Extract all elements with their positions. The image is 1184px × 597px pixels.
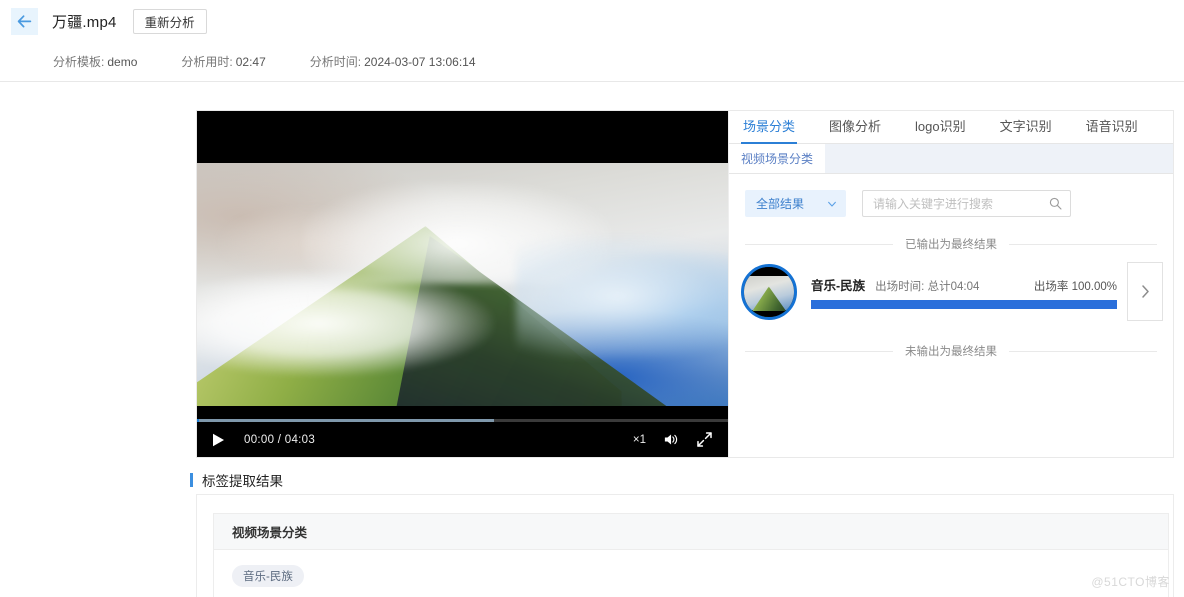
result-item-time-label: 出场时间: [875,280,925,293]
meta-timestamp-value: 2024-03-07 13:06:14 [364,55,476,69]
meta-duration-label: 分析用时: [181,55,233,69]
playback-speed-button[interactable]: ×1 [633,434,646,446]
watermark: @51CTO博客 [1091,575,1170,589]
result-item-bar-fill [811,299,1117,309]
result-thumbnail[interactable] [741,263,797,320]
tag-pill[interactable]: 音乐-民族 [232,565,304,587]
section-accent-bar [190,473,193,487]
meta-timestamp-label: 分析时间: [309,55,362,69]
search-input[interactable] [873,196,1049,211]
chevron-right-icon [1141,285,1149,298]
chevron-down-icon [828,201,836,207]
video-time-display: 00:00 / 04:03 [244,433,316,446]
tag-result-table-body: 音乐-民族 [214,550,1168,597]
divider2-line-left [745,350,893,352]
meta-template-value: demo [107,55,138,69]
final-result-divider-label: 已输出为最终结果 [905,239,997,251]
video-cloud-3 [515,235,728,358]
tag-result-card: 视频场景分类 音乐-民族 [196,494,1174,597]
analysis-subtabs: 视频场景分类 [729,144,1173,174]
video-player[interactable]: 00:00 / 04:03 ×1 [197,111,728,457]
thumbnail-letterbox-bottom [744,310,794,317]
result-filter-bar: 全部结果 [729,174,1173,217]
volume-button[interactable] [664,432,679,447]
result-item[interactable]: 音乐-民族 出场时间: 总计04:04 出场率 100.00% [741,262,1173,321]
page-title: 万疆.mp4 [52,13,117,31]
section-title: 标签提取结果 [202,474,283,489]
divider2-line-right [1009,350,1157,352]
result-filter-select[interactable]: 全部结果 [745,190,846,217]
tab-speech-recognition[interactable]: 语音识别 [1086,116,1138,143]
tag-result-table-header: 视频场景分类 [214,514,1168,550]
thumbnail-letterbox-top [744,266,794,276]
title-row: 万疆.mp4 重新分析 [0,0,1184,42]
video-right-controls: ×1 [633,432,728,447]
divider-line-right [1009,243,1157,245]
video-frame [197,111,728,457]
result-next-button[interactable] [1127,262,1163,321]
result-item-bar-track [811,299,1117,309]
result-item-rate: 出场率 100.00% [1034,278,1117,294]
result-thumbnail-image [744,266,794,317]
result-filter-value: 全部结果 [756,197,805,211]
divider-line-left [745,243,893,245]
arrow-left-icon [17,14,32,27]
non-final-result-divider: 未输出为最终结果 [745,343,1157,359]
analysis-meta: 分析模板: demo 分析用时: 02:47 分析时间: 2024-03-07 13:… [0,53,1184,70]
result-item-name: 音乐-民族 [811,278,866,293]
analysis-tabs: 场景分类 图像分析 logo识别 文字识别 语音识别 [729,111,1173,144]
play-button[interactable] [210,432,226,448]
meta-template-label: 分析模板: [53,55,105,69]
tab-text-recognition[interactable]: 文字识别 [1000,116,1052,143]
fullscreen-icon [697,432,712,447]
analysis-panels: 00:00 / 04:03 ×1 场景分类 图像分析 logo识别 文字识别 语… [196,110,1174,458]
non-final-result-divider-label: 未输出为最终结果 [905,346,997,358]
result-item-rate-value: 100.00% [1071,280,1117,293]
video-controls: 00:00 / 04:03 ×1 [197,422,728,457]
result-item-body: 音乐-民族 出场时间: 总计04:04 出场率 100.00% [811,275,1117,309]
search-icon [1049,197,1062,210]
search-box[interactable] [862,190,1071,217]
result-item-time: 出场时间: 总计04:04 [875,278,979,294]
meta-duration-value: 02:47 [235,55,266,69]
volume-on-icon [664,434,678,445]
analysis-result-panel: 场景分类 图像分析 logo识别 文字识别 语音识别 视频场景分类 全部结果 请… [728,111,1173,457]
meta-duration: 分析用时: 02:47 [181,53,265,70]
final-result-divider: 已输出为最终结果 [745,236,1157,252]
fullscreen-button[interactable] [697,432,712,447]
top-bar: 万疆.mp4 重新分析 分析模板: demo 分析用时: 02:47 分析时间: 20… [0,0,1184,82]
tab-scene-classification[interactable]: 场景分类 [740,116,798,144]
main-content: 00:00 / 04:03 ×1 场景分类 图像分析 logo识别 文字识别 语… [0,82,1184,597]
video-cloud-1 [197,269,495,377]
tab-logo-recognition[interactable]: logo识别 [915,116,966,143]
back-button[interactable] [11,7,38,35]
result-item-rate-label: 出场率 [1033,280,1069,293]
tag-result-table: 视频场景分类 音乐-民族 [213,513,1169,597]
tab-image-analysis[interactable]: 图像分析 [829,116,881,143]
result-item-time-value: 总计04:04 [927,280,980,293]
reanalyze-button[interactable]: 重新分析 [132,8,207,34]
play-icon [212,433,224,446]
meta-timestamp: 分析时间: 2024-03-07 13:06:14 [310,53,476,70]
subtab-video-scene-classification[interactable]: 视频场景分类 [729,144,826,173]
video-still [197,163,728,406]
meta-template: 分析模板: demo [53,53,137,70]
result-item-labels: 音乐-民族 出场时间: 总计04:04 出场率 100.00% [811,275,1117,294]
tag-section-heading: 标签提取结果 [190,470,283,490]
